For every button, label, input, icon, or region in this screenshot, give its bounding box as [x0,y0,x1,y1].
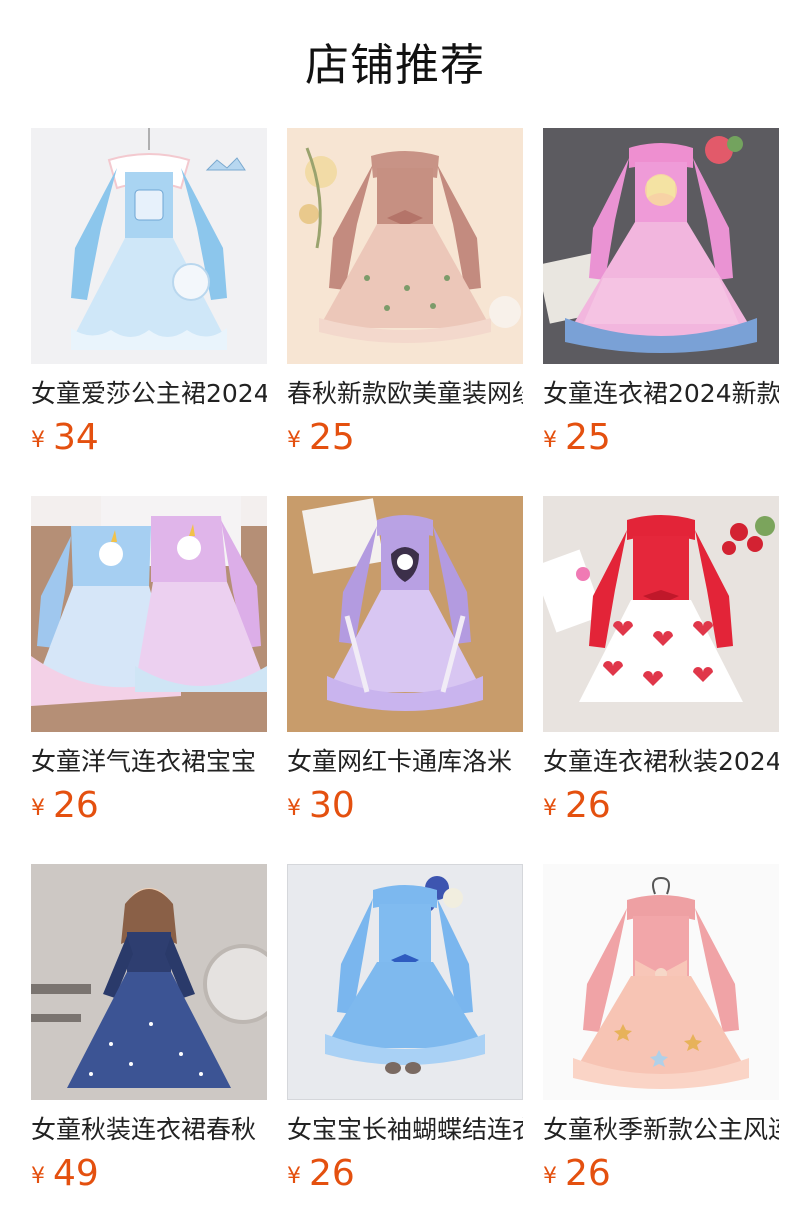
red-heart-tulle-dress-image[interactable] [543,496,779,732]
product-name[interactable]: 女童连衣裙秋装2024 [543,746,779,778]
price-value: 34 [53,417,99,458]
currency-symbol: ¥ [543,428,557,453]
currency-symbol: ¥ [543,1164,557,1189]
currency-symbol: ¥ [287,796,301,821]
product-price: ¥26 [31,784,267,828]
blue-bow-tulle-dress-image[interactable] [287,864,523,1100]
unicorn-rainbow-dresses-image[interactable] [31,496,267,732]
product-price: ¥25 [543,416,779,460]
pink-bow-dress-image[interactable] [287,128,523,364]
pink-princess-tulle-dress-image[interactable] [543,128,779,364]
product-name[interactable]: 女童爱莎公主裙2024 [31,378,267,410]
navy-velvet-princess-dress-image[interactable] [31,864,267,1100]
currency-symbol: ¥ [31,428,45,453]
price-value: 25 [565,417,611,458]
product-card[interactable]: 女童爱莎公主裙2024 ¥34 [31,128,267,496]
product-name[interactable]: 春秋新款欧美童装网纱 [287,378,523,410]
product-card[interactable]: 女宝宝长袖蝴蝶结连衣 ¥26 [287,864,523,1232]
price-value: 49 [53,1153,99,1194]
product-name[interactable]: 女童网红卡通库洛米 [287,746,523,778]
page-title: 店铺推荐 [305,40,485,91]
product-name[interactable]: 女童秋季新款公主风连 [543,1114,779,1146]
currency-symbol: ¥ [31,796,45,821]
product-price: ¥49 [31,1152,267,1196]
currency-symbol: ¥ [287,1164,301,1189]
currency-symbol: ¥ [543,796,557,821]
price-value: 30 [309,785,355,826]
currency-symbol: ¥ [31,1164,45,1189]
product-card[interactable]: 女童连衣裙2024新款 ¥25 [543,128,779,496]
peach-bow-tulle-dress-image[interactable] [543,864,779,1100]
product-price: ¥30 [287,784,523,828]
price-value: 26 [565,785,611,826]
price-value: 26 [565,1153,611,1194]
product-name[interactable]: 女童连衣裙2024新款 [543,378,779,410]
product-card[interactable]: 女童连衣裙秋装2024 ¥26 [543,496,779,864]
product-price: ¥26 [287,1152,523,1196]
product-card[interactable]: 女童洋气连衣裙宝宝 ¥26 [31,496,267,864]
product-name[interactable]: 女宝宝长袖蝴蝶结连衣 [287,1114,523,1146]
product-name[interactable]: 女童洋气连衣裙宝宝 [31,746,267,778]
product-price: ¥26 [543,1152,779,1196]
currency-symbol: ¥ [287,428,301,453]
product-price: ¥25 [287,416,523,460]
product-card[interactable]: 春秋新款欧美童装网纱 ¥25 [287,128,523,496]
light-blue-princess-dress-image[interactable] [31,128,267,364]
price-value: 26 [309,1153,355,1194]
product-card[interactable]: 女童秋装连衣裙春秋 ¥49 [31,864,267,1232]
product-price: ¥26 [543,784,779,828]
product-grid: 女童爱莎公主裙2024 ¥34 春秋新款欧美童装网纱 ¥ 25 女童连衣裙202… [31,128,790,1232]
product-price: ¥34 [31,416,267,460]
product-card[interactable]: 女童秋季新款公主风连 ¥26 [543,864,779,1232]
price-value: 25 [309,417,355,458]
product-card[interactable]: 女童网红卡通库洛米 ¥30 [287,496,523,864]
product-name[interactable]: 女童秋装连衣裙春秋 [31,1114,267,1146]
price-value: 26 [53,785,99,826]
purple-kuromi-dress-image[interactable] [287,496,523,732]
